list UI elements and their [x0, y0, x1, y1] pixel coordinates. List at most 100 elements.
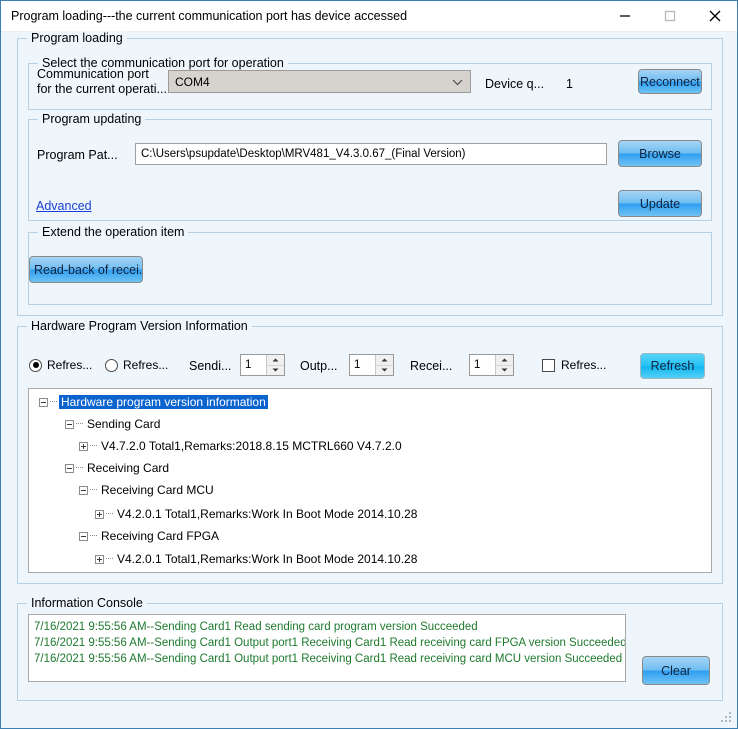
console-log[interactable]: 7/16/2021 9:55:56 AM--Sending Card1 Read…: [28, 614, 626, 682]
comm-port-label-line1: Communication port: [37, 67, 149, 81]
application-window: Program loading---the current communicat…: [0, 0, 738, 729]
program-updating-legend: Program updating: [38, 112, 146, 126]
tree-node-receiving-card-mcu[interactable]: Receiving Card MCU: [79, 483, 216, 497]
refresh-mode-radio-2-label: Refres...: [123, 358, 169, 372]
console-log-line: 7/16/2021 9:55:56 AM--Sending Card1 Outp…: [34, 637, 626, 649]
read-back-receiving-button[interactable]: Read-back of recei...: [29, 256, 143, 283]
output-port-value: 1: [354, 359, 361, 371]
clear-label: Clear: [661, 663, 691, 678]
resize-grip[interactable]: [721, 712, 733, 724]
tree-connector: [90, 535, 97, 537]
collapse-icon[interactable]: [65, 419, 74, 429]
tree-node-label: Receiving Card MCU: [101, 483, 214, 497]
console-log-line: 7/16/2021 9:55:56 AM--Sending Card1 Outp…: [34, 653, 623, 665]
minimize-button[interactable]: [602, 1, 647, 31]
expand-icon[interactable]: [95, 509, 104, 519]
tree-node-label: Hardware program version information: [59, 395, 268, 409]
tree-connector: [76, 467, 83, 469]
output-port-label: Outp...: [300, 359, 338, 373]
stepper-up-icon[interactable]: [496, 355, 513, 366]
tree-node-label: V4.2.0.1 Total1,Remarks:Work In Boot Mod…: [117, 552, 418, 566]
maximize-icon: [664, 10, 675, 22]
close-button[interactable]: [692, 1, 737, 31]
close-icon: [709, 10, 720, 22]
clear-button[interactable]: Clear: [642, 656, 710, 685]
tree-connector: [50, 401, 57, 403]
auto-refresh-label: Refres...: [561, 358, 607, 372]
tree-node-receiving-card-fpga-version[interactable]: V4.2.0.1 Total1,Remarks:Work In Boot Mod…: [95, 552, 419, 566]
expand-icon[interactable]: [79, 441, 88, 451]
radio-unselected-icon: [105, 358, 118, 372]
minimize-icon: [619, 15, 630, 17]
window-title: Program loading---the current communicat…: [11, 9, 408, 23]
receiving-card-stepper[interactable]: 1: [469, 354, 514, 376]
refresh-mode-radio-2[interactable]: Refres...: [105, 358, 168, 372]
reconnect-button[interactable]: Reconnect: [638, 69, 702, 94]
tree-node-label: V4.2.0.1 Total1,Remarks:Work In Boot Mod…: [117, 507, 418, 521]
comm-port-label-line2: for the current operati...: [37, 82, 167, 96]
hardware-version-legend: Hardware Program Version Information: [27, 319, 252, 333]
stepper-arrows[interactable]: [495, 355, 513, 375]
maximize-button[interactable]: [647, 1, 692, 31]
version-tree[interactable]: Hardware program version information Sen…: [28, 388, 712, 573]
device-quantity-label: Device q...: [485, 77, 545, 91]
update-button[interactable]: Update: [618, 190, 702, 217]
expand-icon[interactable]: [95, 554, 104, 564]
tree-connector: [76, 423, 83, 425]
tree-node-root[interactable]: Hardware program version information: [39, 395, 268, 409]
stepper-down-icon[interactable]: [267, 366, 284, 376]
stepper-up-icon[interactable]: [267, 355, 284, 366]
stepper-arrows[interactable]: [375, 355, 393, 375]
receiving-card-label: Recei...: [410, 359, 453, 373]
communication-port-select[interactable]: COM4: [168, 70, 471, 93]
program-updating-group: Program updating: [28, 112, 712, 221]
tree-connector: [106, 558, 113, 560]
collapse-icon[interactable]: [79, 485, 88, 495]
program-path-value: C:\Users\psupdate\Desktop\MRV481_V4.3.0.…: [141, 148, 466, 160]
collapse-icon[interactable]: [39, 397, 48, 407]
stepper-down-icon[interactable]: [376, 366, 393, 376]
sending-card-stepper[interactable]: 1: [240, 354, 285, 376]
console-log-line: 7/16/2021 9:55:56 AM--Sending Card1 Read…: [34, 621, 478, 633]
program-loading-legend: Program loading: [27, 31, 127, 45]
browse-button[interactable]: Browse: [618, 140, 702, 167]
refresh-label: Refresh: [650, 359, 695, 373]
window-controls: [602, 1, 737, 31]
reconnect-label: Reconnect: [640, 74, 700, 89]
stepper-up-icon[interactable]: [376, 355, 393, 366]
chevron-down-icon: [452, 75, 463, 89]
auto-refresh-checkbox[interactable]: Refres...: [542, 358, 606, 372]
advanced-link[interactable]: Advanced: [36, 199, 92, 213]
tree-node-label: Sending Card: [87, 417, 161, 431]
browse-label: Browse: [639, 146, 681, 161]
update-label: Update: [639, 196, 681, 211]
refresh-button[interactable]: Refresh: [640, 353, 705, 379]
refresh-mode-radio-1[interactable]: Refres...: [29, 358, 92, 372]
program-path-input[interactable]: C:\Users\psupdate\Desktop\MRV481_V4.3.0.…: [135, 143, 607, 165]
tree-node-receiving-card-mcu-version[interactable]: V4.2.0.1 Total1,Remarks:Work In Boot Mod…: [95, 507, 419, 521]
stepper-arrows[interactable]: [266, 355, 284, 375]
output-port-stepper[interactable]: 1: [349, 354, 394, 376]
extend-operation-legend: Extend the operation item: [38, 225, 189, 239]
radio-selected-icon: [29, 358, 42, 372]
communication-port-value: COM4: [175, 74, 210, 89]
tree-node-label: Receiving Card FPGA: [101, 529, 220, 543]
collapse-icon[interactable]: [65, 463, 74, 473]
tree-connector: [90, 489, 97, 491]
title-bar: Program loading---the current communicat…: [1, 1, 737, 32]
collapse-icon[interactable]: [79, 531, 88, 541]
information-console-legend: Information Console: [27, 596, 147, 610]
tree-node-label: V4.7.2.0 Total1,Remarks:2018.8.15 MCTRL6…: [101, 439, 402, 453]
tree-node-receiving-card-fpga[interactable]: Receiving Card FPGA: [79, 529, 221, 543]
stepper-down-icon[interactable]: [496, 366, 513, 376]
device-quantity-value: 1: [566, 77, 573, 91]
tree-node-receiving-card[interactable]: Receiving Card: [65, 461, 171, 475]
tree-node-sending-card-version[interactable]: V4.7.2.0 Total1,Remarks:2018.8.15 MCTRL6…: [79, 439, 404, 453]
read-back-label: Read-back of recei...: [34, 262, 143, 277]
tree-connector: [90, 445, 97, 447]
tree-node-label: Receiving Card: [87, 461, 170, 475]
sending-card-value: 1: [245, 359, 252, 371]
program-path-label: Program Pat...: [37, 148, 118, 162]
tree-node-sending-card[interactable]: Sending Card: [65, 417, 162, 431]
sending-card-label: Sendi...: [189, 359, 232, 373]
